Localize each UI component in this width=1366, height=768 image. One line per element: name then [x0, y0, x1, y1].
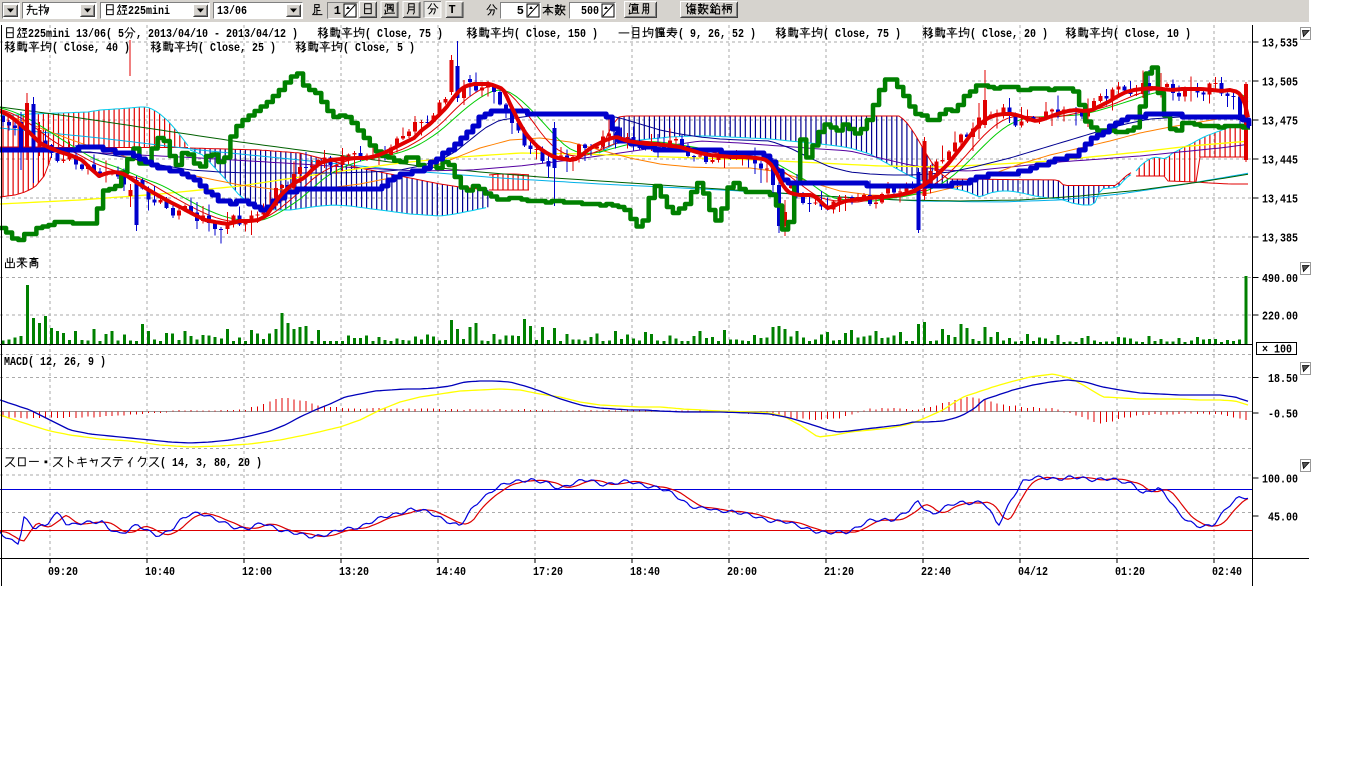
svg-text:× 100: × 100 — [1262, 343, 1292, 357]
svg-text:490.00: 490.00 — [1262, 272, 1298, 286]
svg-text:14:40: 14:40 — [436, 565, 466, 579]
svg-text:17:20: 17:20 — [533, 565, 563, 579]
svg-text:100.00: 100.00 — [1262, 473, 1298, 487]
svg-text:21:20: 21:20 — [824, 565, 854, 579]
svg-text:220.00: 220.00 — [1262, 310, 1298, 324]
svg-text:, 2013/04/10 - 2013/04/12 ): , 2013/04/10 - 2013/04/12 ) — [136, 27, 298, 41]
svg-text:5: 5 — [517, 4, 524, 18]
svg-text:( Close, 25 ): ( Close, 25 ) — [198, 41, 276, 55]
svg-text:13,475: 13,475 — [1262, 115, 1298, 129]
svg-text:( Close, 10 ): ( Close, 10 ) — [1113, 27, 1191, 41]
svg-text:13/06: 13/06 — [217, 4, 247, 18]
svg-text:12:00: 12:00 — [242, 565, 272, 579]
svg-text:( Close, 20 ): ( Close, 20 ) — [970, 27, 1048, 41]
svg-text:1: 1 — [334, 4, 341, 18]
svg-text:10:40: 10:40 — [145, 565, 175, 579]
svg-text:( Close, 75 ): ( Close, 75 ) — [365, 27, 443, 41]
svg-text:13,415: 13,415 — [1262, 193, 1298, 207]
svg-text:09:20: 09:20 — [48, 565, 78, 579]
svg-text:13,505: 13,505 — [1262, 76, 1298, 90]
svg-text:( 9, 26, 52 ): ( 9, 26, 52 ) — [678, 27, 756, 41]
svg-text:( Close, 150 ): ( Close, 150 ) — [514, 27, 598, 41]
svg-text:( Close, 40 ): ( Close, 40 ) — [52, 41, 130, 55]
svg-text:500: 500 — [581, 4, 599, 18]
svg-text:13,445: 13,445 — [1262, 154, 1298, 168]
svg-text:MACD( 12, 26, 9 ): MACD( 12, 26, 9 ) — [4, 355, 106, 369]
svg-text:225mini: 225mini — [128, 4, 170, 18]
svg-text:01:20: 01:20 — [1115, 565, 1145, 579]
svg-text:( 14, 3, 80, 20 ): ( 14, 3, 80, 20 ) — [160, 456, 262, 470]
svg-text:( Close, 75 ): ( Close, 75 ) — [823, 27, 901, 41]
svg-text:13,535: 13,535 — [1262, 37, 1298, 51]
svg-text:13,385: 13,385 — [1262, 232, 1298, 246]
svg-text:( Close, 5 ): ( Close, 5 ) — [343, 41, 415, 55]
svg-text:-0.50: -0.50 — [1268, 408, 1298, 422]
svg-text:45.00: 45.00 — [1268, 511, 1298, 525]
svg-text:18:40: 18:40 — [630, 565, 660, 579]
svg-text:18.50: 18.50 — [1268, 372, 1298, 386]
svg-text:225mini 13/06( 5: 225mini 13/06( 5 — [28, 27, 124, 41]
svg-text:T: T — [449, 3, 456, 17]
svg-text:04/12: 04/12 — [1018, 565, 1048, 579]
svg-text:02:40: 02:40 — [1212, 565, 1242, 579]
svg-text:13:20: 13:20 — [339, 565, 369, 579]
svg-text:22:40: 22:40 — [921, 565, 951, 579]
svg-text:20:00: 20:00 — [727, 565, 757, 579]
